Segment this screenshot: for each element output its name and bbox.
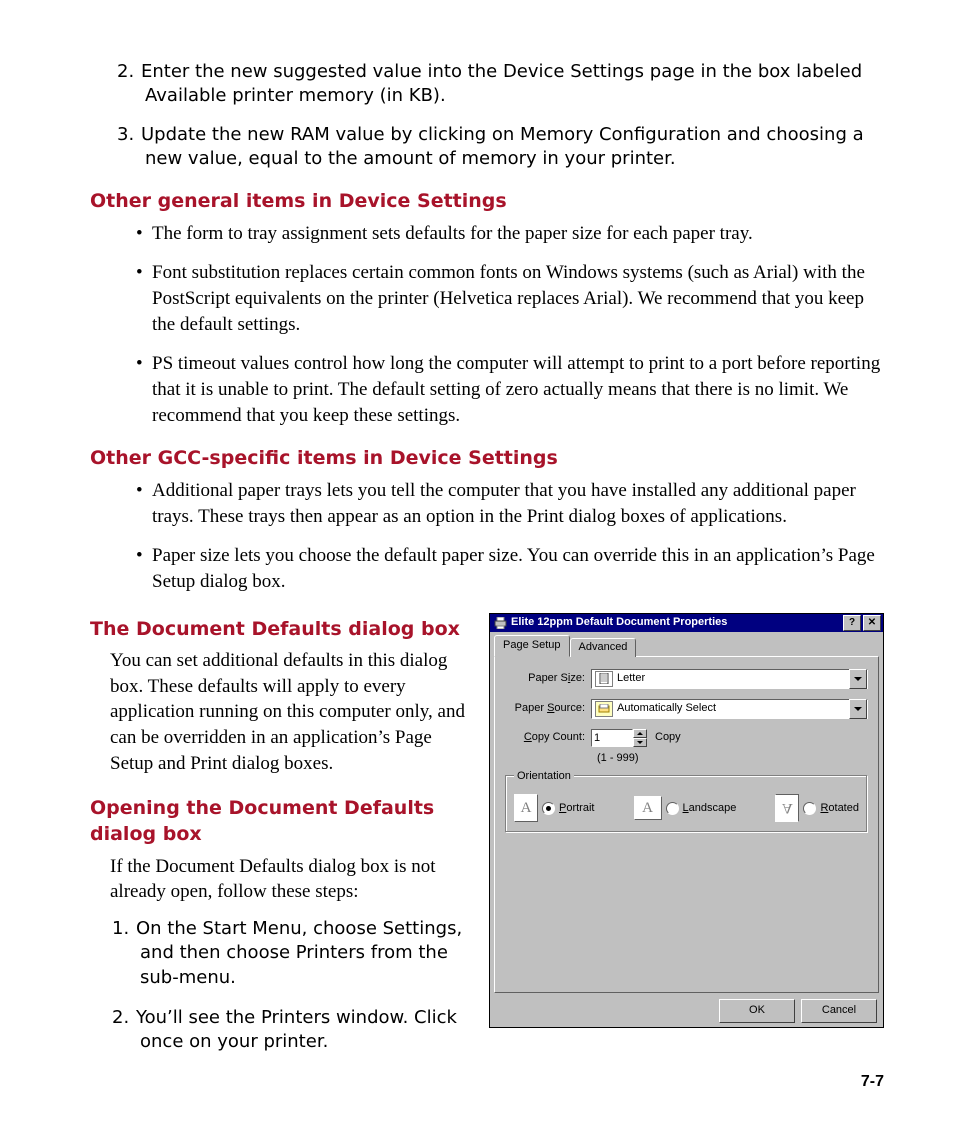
- radio-rotated[interactable]: [803, 802, 816, 815]
- heading-docdef: The Document Defaults dialog box: [90, 617, 471, 643]
- close-button[interactable]: ✕: [863, 615, 881, 631]
- paper-source-label: Paper Source:: [505, 701, 585, 716]
- orientation-group: Orientation A Portrait A: [505, 775, 868, 833]
- heading-open: Opening the Document Defaults dialog box: [90, 796, 471, 847]
- open-step-2: 2.You’ll see the Printers window. Click …: [140, 1006, 471, 1055]
- paper-source-dropdown[interactable]: Automatically Select: [591, 699, 868, 719]
- dialog-titlebar[interactable]: Elite 12ppm Default Document Properties …: [490, 614, 883, 632]
- step-3: 3.Update the new RAM value by clicking o…: [145, 123, 884, 172]
- spin-up-button[interactable]: [633, 729, 647, 738]
- open-step-1: 1.On the Start Menu, choose Settings, an…: [140, 917, 471, 990]
- radio-portrait[interactable]: [542, 802, 555, 815]
- paper-size-dropdown[interactable]: Letter: [591, 669, 868, 689]
- bullet: PS timeout values control how long the c…: [152, 351, 884, 428]
- bullet: The form to tray assignment sets default…: [152, 221, 884, 247]
- radio-landscape[interactable]: [666, 802, 679, 815]
- left-column: The Document Defaults dialog box You can…: [90, 613, 471, 1071]
- dialog-title: Elite 12ppm Default Document Properties: [511, 615, 727, 630]
- copy-word: Copy: [655, 730, 681, 745]
- copy-count-spinbox[interactable]: [591, 729, 647, 747]
- tab-strip: Page Setup Advanced: [494, 636, 879, 656]
- paper-source-value: Automatically Select: [617, 701, 849, 716]
- paper-size-value: Letter: [617, 671, 849, 686]
- rotated-icon: A: [775, 794, 799, 822]
- step-2: 2.Enter the new suggested value into the…: [145, 60, 884, 109]
- orientation-legend: Orientation: [514, 769, 574, 784]
- ok-button[interactable]: OK: [719, 999, 795, 1023]
- printer-icon: [493, 616, 507, 630]
- cancel-button[interactable]: Cancel: [801, 999, 877, 1023]
- page-number: 7-7: [861, 1071, 884, 1093]
- page-icon: [595, 671, 613, 687]
- heading-general: Other general items in Device Settings: [90, 189, 884, 215]
- manual-page: 2.Enter the new suggested value into the…: [0, 0, 954, 1145]
- chevron-down-icon[interactable]: [849, 669, 867, 689]
- bullets-gcc: Additional paper trays lets you tell the…: [90, 478, 884, 595]
- tab-panel-page-setup: Paper Size: Letter Paper Source:: [494, 656, 879, 993]
- top-numbered-list: 2.Enter the new suggested value into the…: [90, 60, 884, 171]
- bullet: Additional paper trays lets you tell the…: [152, 478, 884, 529]
- orientation-portrait[interactable]: A Portrait: [514, 794, 594, 822]
- bullet: Paper size lets you choose the default p…: [152, 543, 884, 594]
- body-open: If the Document Defaults dialog box is n…: [90, 854, 471, 905]
- tab-page-setup[interactable]: Page Setup: [494, 635, 570, 657]
- chevron-down-icon[interactable]: [849, 699, 867, 719]
- help-button[interactable]: ?: [843, 615, 861, 631]
- heading-gcc: Other GCC-specific items in Device Setti…: [90, 446, 884, 472]
- copy-count-label: Copy Count:: [505, 730, 585, 745]
- orientation-landscape[interactable]: A Landscape: [634, 796, 737, 820]
- spin-down-button[interactable]: [633, 738, 647, 747]
- open-steps: 1.On the Start Menu, choose Settings, an…: [90, 917, 471, 1054]
- paper-size-label: Paper Size:: [505, 671, 585, 686]
- orientation-rotated[interactable]: A Rotated: [775, 794, 859, 822]
- tab-advanced[interactable]: Advanced: [570, 638, 637, 657]
- bullet: Font substitution replaces certain commo…: [152, 260, 884, 337]
- body-docdef: You can set additional defaults in this …: [90, 648, 471, 776]
- bullets-general: The form to tray assignment sets default…: [90, 221, 884, 428]
- copy-range-hint: (1 - 999): [597, 751, 868, 766]
- document-properties-dialog: Elite 12ppm Default Document Properties …: [489, 613, 884, 1028]
- portrait-icon: A: [514, 794, 538, 822]
- tray-icon: [595, 701, 613, 717]
- copy-count-input[interactable]: [591, 729, 633, 747]
- landscape-icon: A: [634, 796, 662, 820]
